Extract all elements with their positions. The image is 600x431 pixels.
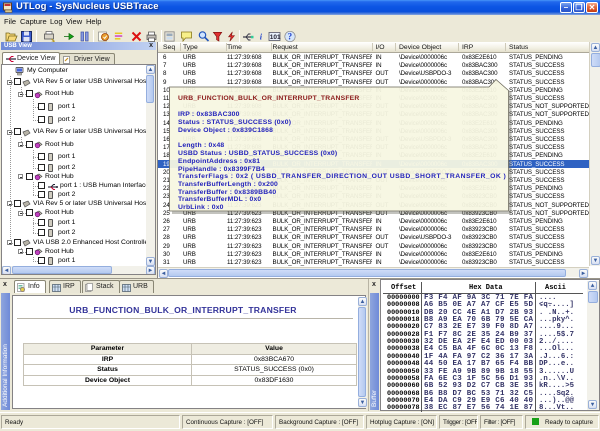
svg-text:i: i xyxy=(260,33,263,42)
svg-text:101: 101 xyxy=(270,34,281,41)
svg-text:?: ? xyxy=(288,32,293,42)
